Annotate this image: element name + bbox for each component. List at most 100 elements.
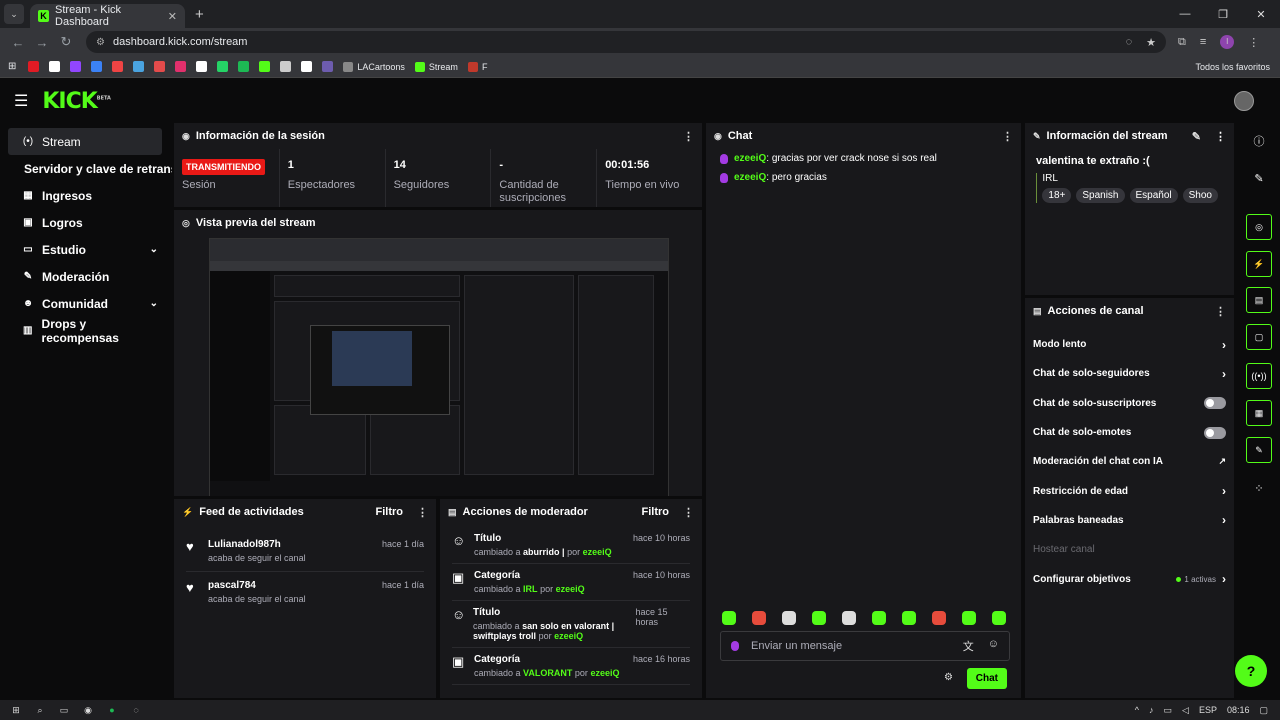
emote-icon[interactable] xyxy=(932,611,946,625)
close-window-button[interactable]: ✕ xyxy=(1242,0,1280,28)
filter-button[interactable]: Filtro xyxy=(376,506,404,518)
emote-icon[interactable] xyxy=(902,611,916,625)
clock[interactable]: 08:16 xyxy=(1227,705,1250,715)
channel-action-goals[interactable]: Configurar objetivos 1 activas › xyxy=(1025,564,1234,593)
site-info-icon[interactable]: ⚙ xyxy=(96,37,105,48)
reload-icon[interactable]: ↻ xyxy=(54,34,78,50)
channel-action-followers-only[interactable]: Chat de solo-seguidores › xyxy=(1025,359,1234,388)
info-icon[interactable]: ⓘ xyxy=(1246,128,1272,154)
preview-toggle-icon[interactable]: ◎ xyxy=(1246,214,1272,240)
kick-logo[interactable]: KICKBETA xyxy=(42,89,111,114)
emote-icon[interactable] xyxy=(722,611,736,625)
eye-off-icon[interactable]: ◌ xyxy=(1126,36,1133,49)
emote-icon[interactable] xyxy=(842,611,856,625)
forward-icon[interactable]: → xyxy=(30,35,54,50)
bookmark-icon[interactable] xyxy=(28,61,40,72)
more-options-icon[interactable]: ⋮ xyxy=(1215,130,1226,143)
tab-search-button[interactable]: ⌄ xyxy=(4,4,24,24)
emote-icon[interactable] xyxy=(752,611,766,625)
channel-action-slow-mode[interactable]: Modo lento › xyxy=(1025,330,1234,359)
more-options-icon[interactable]: ⋮ xyxy=(683,130,694,143)
filter-button[interactable]: Filtro xyxy=(642,506,670,518)
bookmark-icon[interactable] xyxy=(280,61,292,72)
edit-pencil-icon[interactable]: ✎ xyxy=(1246,165,1272,191)
bookmark-icon[interactable] xyxy=(301,61,313,72)
bookmark-item[interactable]: LACartoons xyxy=(343,61,405,72)
emote-icon[interactable] xyxy=(962,611,976,625)
bolt-icon[interactable]: ⚡ xyxy=(1246,251,1272,277)
more-options-icon[interactable]: ⋮ xyxy=(1215,305,1226,318)
moderator-icon[interactable]: ▦ xyxy=(1246,400,1272,426)
notifications-icon[interactable]: ▢ xyxy=(1259,705,1268,716)
network-icon[interactable]: ▭ xyxy=(1164,705,1173,716)
activity-user[interactable]: Lulianadol987h xyxy=(208,539,306,550)
help-chat-button[interactable]: ? xyxy=(1235,655,1267,687)
hamburger-menu-icon[interactable]: ☰ xyxy=(14,91,28,111)
file-explorer-icon[interactable]: ▭ xyxy=(52,705,76,716)
more-options-icon[interactable]: ⋮ xyxy=(1002,130,1013,143)
browser-tab[interactable]: K Stream - Kick Dashboard ✕ xyxy=(30,4,185,28)
mod-username[interactable]: ezeeiQ xyxy=(583,547,612,557)
chat-username[interactable]: ezeeiQ xyxy=(734,172,766,183)
app-icon[interactable]: ◌ xyxy=(124,705,148,715)
bookmark-icon[interactable] xyxy=(175,61,187,72)
emote-icon[interactable] xyxy=(812,611,826,625)
stream-preview-video[interactable] xyxy=(209,238,669,496)
user-avatar[interactable] xyxy=(1234,91,1254,111)
chrome-icon[interactable]: ◉ xyxy=(76,705,100,716)
emote-icon[interactable] xyxy=(872,611,886,625)
mod-username[interactable]: ezeeiQ xyxy=(590,668,619,678)
bookmark-icon[interactable] xyxy=(196,61,208,72)
maximize-button[interactable]: ❐ xyxy=(1204,0,1242,28)
emoji-icon[interactable]: ☺ xyxy=(988,638,999,654)
add-widget-icon[interactable]: ⁘ xyxy=(1246,475,1272,501)
edit-pencil-icon[interactable]: ✎ xyxy=(1192,130,1201,143)
mod-username[interactable]: ezeeiQ xyxy=(554,631,583,641)
profile-avatar[interactable]: I xyxy=(1220,35,1235,49)
bookmark-icon[interactable] xyxy=(322,61,334,72)
channel-action-age-restriction[interactable]: Restricción de edad › xyxy=(1025,476,1234,505)
microphone-icon[interactable]: ♪ xyxy=(1149,705,1154,715)
wrench-icon[interactable]: ✎ xyxy=(1246,437,1272,463)
translate-icon[interactable]: 文 xyxy=(963,638,974,654)
more-options-icon[interactable]: ⋮ xyxy=(683,506,694,519)
sidebar-item-logros[interactable]: ▣ Logros xyxy=(8,209,162,236)
bookmark-icon[interactable] xyxy=(259,61,271,72)
chat-bubble-icon[interactable]: ▢ xyxy=(1246,324,1272,350)
channel-action-banned-words[interactable]: Palabras baneadas › xyxy=(1025,506,1234,535)
bookmark-icon[interactable] xyxy=(49,61,61,72)
bookmark-item[interactable]: F xyxy=(467,61,487,72)
channel-action-ai-moderation[interactable]: Moderación del chat con IA ↗ xyxy=(1025,447,1234,476)
bookmark-item[interactable]: Stream xyxy=(414,61,458,72)
tray-chevron-icon[interactable]: ^ xyxy=(1135,705,1139,715)
url-field[interactable]: ⚙ dashboard.kick.com/stream ◌ ★ xyxy=(86,31,1166,53)
chat-input[interactable]: Enviar un mensaje 文 ☺ xyxy=(720,631,1010,661)
bookmark-icon[interactable] xyxy=(133,61,145,72)
send-chat-button[interactable]: Chat xyxy=(966,668,1007,689)
sidebar-item-comunidad[interactable]: ☻ Comunidad ⌄ xyxy=(8,290,162,317)
extensions-icon[interactable]: ⧉ xyxy=(1178,36,1186,49)
menu-icon[interactable]: ⋮ xyxy=(1248,36,1259,49)
sidebar-item-stream[interactable]: (•) Stream xyxy=(8,128,162,155)
apps-grid-icon[interactable]: ⊞ xyxy=(8,61,16,72)
broadcast-icon[interactable]: ((•)) xyxy=(1246,363,1272,389)
sidebar-item-drops[interactable]: ▥ Drops y recompensas xyxy=(8,317,162,345)
settings-gear-icon[interactable]: ⚙ xyxy=(944,672,953,683)
bookmark-icon[interactable] xyxy=(238,61,250,72)
sidebar-item-estudio[interactable]: ▭ Estudio ⌄ xyxy=(8,236,162,263)
bookmark-icon[interactable] xyxy=(217,61,229,72)
volume-icon[interactable]: ◁ xyxy=(1182,705,1189,716)
new-tab-button[interactable]: + xyxy=(195,6,204,23)
bookmark-star-icon[interactable]: ★ xyxy=(1146,36,1156,49)
chat-username[interactable]: ezeeiQ xyxy=(734,153,766,164)
sidebar-item-server-key[interactable]: Servidor y clave de retransmisión xyxy=(8,155,172,182)
mod-action-value[interactable]: IRL xyxy=(523,584,538,594)
more-options-icon[interactable]: ⋮ xyxy=(417,506,428,519)
subs-only-toggle[interactable] xyxy=(1204,397,1226,410)
windows-start-icon[interactable]: ⊞ xyxy=(4,705,28,716)
sidebar-item-moderacion[interactable]: ✎ Moderación xyxy=(8,263,162,290)
bookmark-icon[interactable] xyxy=(112,61,124,72)
bookmark-icon[interactable] xyxy=(70,61,82,72)
mod-username[interactable]: ezeeiQ xyxy=(556,584,585,594)
media-icon[interactable]: ≡ xyxy=(1200,36,1206,48)
